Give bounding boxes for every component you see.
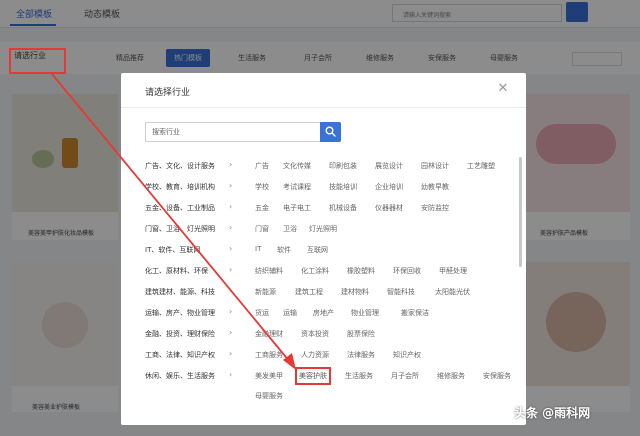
modal-title: 请选择行业 <box>145 88 191 98</box>
category-label[interactable]: IT、软件、互联网 <box>145 245 200 255</box>
category-label[interactable]: 建筑建材、能源、科技 <box>145 287 215 297</box>
subcategory-item[interactable]: 维修服务 <box>437 371 465 381</box>
category-row: 化工、原材料、环保 › 纺织辅料 化工涂料 橡胶塑料 环保回收 甲醛处理 <box>145 264 520 284</box>
subcategory-item[interactable]: 股票保险 <box>347 329 375 339</box>
subcategory-item[interactable]: 技能培训 <box>329 182 357 192</box>
subcategory-item[interactable]: 建筑工程 <box>295 287 323 297</box>
subcategory-item[interactable]: 安防监控 <box>421 203 449 213</box>
category-row: 金融、投资、理财保险 › 金融理财 资本投资 股票保险 <box>145 327 520 347</box>
chevron-right-icon: › <box>229 349 233 358</box>
subcategory-item[interactable]: 学校 <box>255 182 269 192</box>
category-row: 运输、房产、物业管理 › 货运 运输 房地产 物业管理 搬家保洁 <box>145 306 520 326</box>
category-label[interactable]: 学校、教育、培训机构 <box>145 182 215 192</box>
subcategory-item[interactable]: 生活服务 <box>345 371 373 381</box>
subcategory-item[interactable]: 工艺雕塑 <box>467 161 495 171</box>
category-row: 门窗、卫浴、灯光照明 › 门窗 卫浴 灯光照明 <box>145 222 520 242</box>
chevron-right-icon: › <box>229 181 233 190</box>
subcategory-item[interactable]: 货运 <box>255 308 269 318</box>
category-label[interactable]: 休闲、娱乐、生活服务 <box>145 371 215 381</box>
chevron-right-icon: › <box>229 370 233 379</box>
subcategory-item[interactable]: 运输 <box>283 308 297 318</box>
chevron-right-icon: › <box>229 223 233 232</box>
subcategory-item[interactable]: 资本投资 <box>301 329 329 339</box>
subcategory-item[interactable]: 印刷包装 <box>329 161 357 171</box>
subcategory-item[interactable]: 甲醛处理 <box>439 266 467 276</box>
subcategory-item[interactable]: 五金 <box>255 203 269 213</box>
chevron-right-icon: › <box>229 286 233 295</box>
category-row: 休闲、娱乐、生活服务 › 美发美甲 美容护肤 生活服务 月子会所 维修服务 安保… <box>145 367 520 409</box>
subcategory-item[interactable]: 企业培训 <box>375 182 403 192</box>
category-label[interactable]: 金融、投资、理财保险 <box>145 329 215 339</box>
subcategory-item[interactable]: 新能源 <box>255 287 276 297</box>
subcategory-item[interactable]: 物业管理 <box>351 308 379 318</box>
category-label[interactable]: 门窗、卫浴、灯光照明 <box>145 224 215 234</box>
subcategory-item-highlighted[interactable]: 美容护肤 <box>295 367 331 385</box>
subcategory-item[interactable]: IT <box>255 245 261 253</box>
industry-modal: 请选择行业 ✕ 广告、文化、设计服务 › 广告 文化传媒 印刷包装 展览设计 园… <box>121 73 526 425</box>
subcategory-item[interactable]: 软件 <box>277 245 291 255</box>
chevron-right-icon: › <box>229 307 233 316</box>
subcategory-item[interactable]: 文化传媒 <box>283 161 311 171</box>
subcategory-item[interactable]: 展览设计 <box>375 161 403 171</box>
subcategory-item[interactable]: 法律服务 <box>347 350 375 360</box>
chevron-right-icon: › <box>229 265 233 274</box>
subcategory-item[interactable]: 机械设备 <box>329 203 357 213</box>
subcategory-item[interactable]: 房地产 <box>313 308 334 318</box>
industry-selector-highlight <box>9 48 66 74</box>
subcategory-item[interactable]: 互联网 <box>307 245 328 255</box>
subcategory-item[interactable]: 橡胶塑料 <box>347 266 375 276</box>
subcategory-item[interactable]: 纺织辅料 <box>255 266 283 276</box>
close-icon[interactable]: ✕ <box>495 81 511 97</box>
category-row: 广告、文化、设计服务 › 广告 文化传媒 印刷包装 展览设计 园林设计 工艺雕塑 <box>145 159 520 179</box>
subcategory-item[interactable]: 考试课程 <box>283 182 311 192</box>
subcategory-item[interactable]: 太阳能光伏 <box>435 287 470 297</box>
category-row: 五金、设备、工业制品 › 五金 电子电工 机械设备 仪器器材 安防监控 <box>145 201 520 221</box>
industry-search-input[interactable] <box>145 122 321 142</box>
subcategory-item[interactable]: 广告 <box>255 161 269 171</box>
subcategory-item[interactable]: 美发美甲 <box>255 371 283 381</box>
subcategory-item[interactable]: 建材物料 <box>341 287 369 297</box>
category-label[interactable]: 五金、设备、工业制品 <box>145 203 215 213</box>
subcategory-item[interactable]: 仪器器材 <box>375 203 403 213</box>
subcategory-item[interactable]: 知识产权 <box>393 350 421 360</box>
subcategory-item[interactable]: 园林设计 <box>421 161 449 171</box>
subcategory-item[interactable]: 环保回收 <box>393 266 421 276</box>
category-row: 建筑建材、能源、科技 › 新能源 建筑工程 建材物料 智能科技 太阳能光伏 <box>145 285 520 305</box>
modal-scrollbar[interactable] <box>519 157 522 267</box>
category-row: 工商、法律、知识产权 › 工商服务 人力资源 法律服务 知识产权 <box>145 348 520 368</box>
subcategory-item[interactable]: 搬家保洁 <box>401 308 429 318</box>
category-label[interactable]: 运输、房产、物业管理 <box>145 308 215 318</box>
subcategory-item[interactable]: 电子电工 <box>283 203 311 213</box>
subcategory-item[interactable]: 安保服务 <box>483 371 511 381</box>
industry-search-button[interactable] <box>320 122 341 142</box>
subcategory-item[interactable]: 化工涂料 <box>301 266 329 276</box>
subcategory-item[interactable]: 灯光照明 <box>309 224 337 234</box>
subcategory-item[interactable]: 卫浴 <box>283 224 297 234</box>
subcategory-item[interactable]: 月子会所 <box>391 371 419 381</box>
chevron-right-icon: › <box>229 202 233 211</box>
category-row: 学校、教育、培训机构 › 学校 考试课程 技能培训 企业培训 幼教早教 <box>145 180 520 200</box>
subcategory-item[interactable]: 幼教早教 <box>421 182 449 192</box>
watermark: 头条 @雨科网 <box>514 406 591 420</box>
subcategory-item[interactable]: 金融理财 <box>255 329 283 339</box>
category-row: IT、软件、互联网 › IT 软件 互联网 <box>145 243 520 263</box>
subcategory-item[interactable]: 工商服务 <box>255 350 283 360</box>
chevron-right-icon: › <box>229 160 233 169</box>
chevron-right-icon: › <box>229 328 233 337</box>
chevron-right-icon: › <box>229 244 233 253</box>
modal-divider <box>121 107 526 108</box>
search-icon <box>325 126 336 137</box>
subcategory-item[interactable]: 人力资源 <box>301 350 329 360</box>
category-label[interactable]: 工商、法律、知识产权 <box>145 350 215 360</box>
category-label[interactable]: 化工、原材料、环保 <box>145 266 208 276</box>
subcategory-item[interactable]: 门窗 <box>255 224 269 234</box>
subcategory-item[interactable]: 智能科技 <box>387 287 415 297</box>
subcategory-item[interactable]: 母婴服务 <box>255 391 283 401</box>
category-label[interactable]: 广告、文化、设计服务 <box>145 161 215 171</box>
